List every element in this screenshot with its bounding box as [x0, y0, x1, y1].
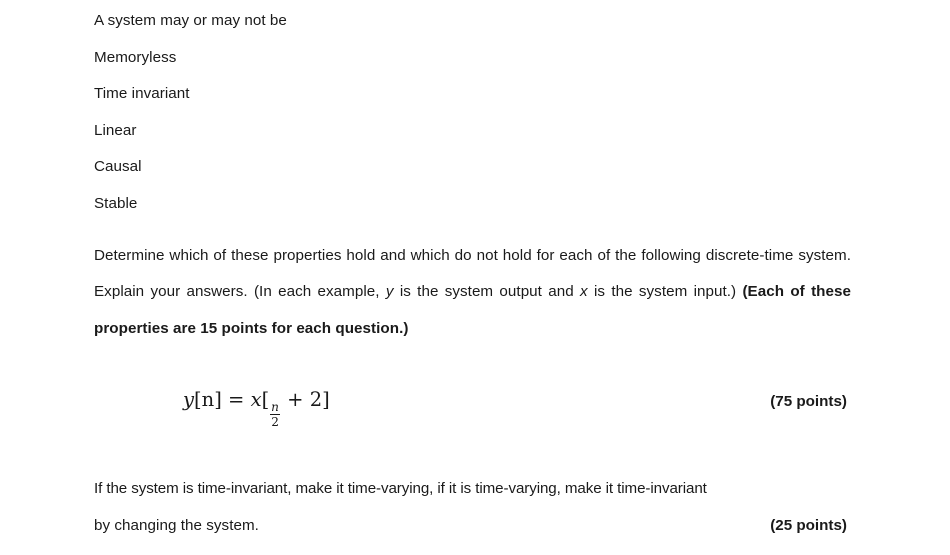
equation-plus-term: + 2 — [280, 387, 323, 411]
equation-close-bracket: ] — [322, 387, 330, 411]
equation-open-bracket: [ — [261, 387, 270, 411]
instruction-paragraph: Determine which of these properties hold… — [94, 238, 851, 348]
equation-equals-sign: = — [221, 387, 251, 411]
variable-x-italic: x — [580, 283, 588, 301]
equation-row: y[n] = x[n 2 + 2] (75 points) — [94, 387, 851, 428]
final-paragraph-line-2: by changing the system. — [94, 516, 259, 534]
final-paragraph: If the system is time-invariant, make it… — [94, 471, 851, 544]
fraction-numerator: n — [271, 399, 279, 414]
equation-fraction: n2 — [270, 401, 280, 428]
final-points-label: (25 points) — [770, 516, 847, 534]
intro-line-linear: Linear — [94, 121, 137, 139]
document-page: A system may or may not be Memoryless Ti… — [0, 0, 950, 555]
final-paragraph-line-1: If the system is time-invariant, make it… — [94, 479, 707, 497]
intro-line-1: A system may or may not be — [94, 12, 287, 29]
equation-formula: y[n] = x[n 2 + 2] — [183, 387, 330, 428]
equation-points-label: (75 points) — [770, 392, 847, 410]
equation-lhs-index: [n] — [194, 387, 222, 411]
variable-y-italic: y — [385, 283, 394, 301]
fraction-denominator: 2 — [271, 414, 279, 429]
intro-line-memoryless: Memoryless — [94, 48, 177, 66]
instruction-text-part-3: is the system input.) — [587, 283, 743, 301]
intro-line-time-invariant: Time invariant — [94, 85, 190, 103]
equation-rhs-variable: x — [250, 387, 262, 411]
intro-line-stable: Stable — [94, 194, 138, 212]
intro-line-causal: Causal — [94, 158, 142, 176]
final-paragraph-line-2-row: by changing the system. (25 points) — [94, 508, 851, 545]
equation-lhs-variable: y — [183, 387, 195, 411]
instruction-text-part-2: is the system output and — [393, 283, 581, 301]
intro-list: A system may or may not be Memoryless Ti… — [94, 0, 851, 223]
